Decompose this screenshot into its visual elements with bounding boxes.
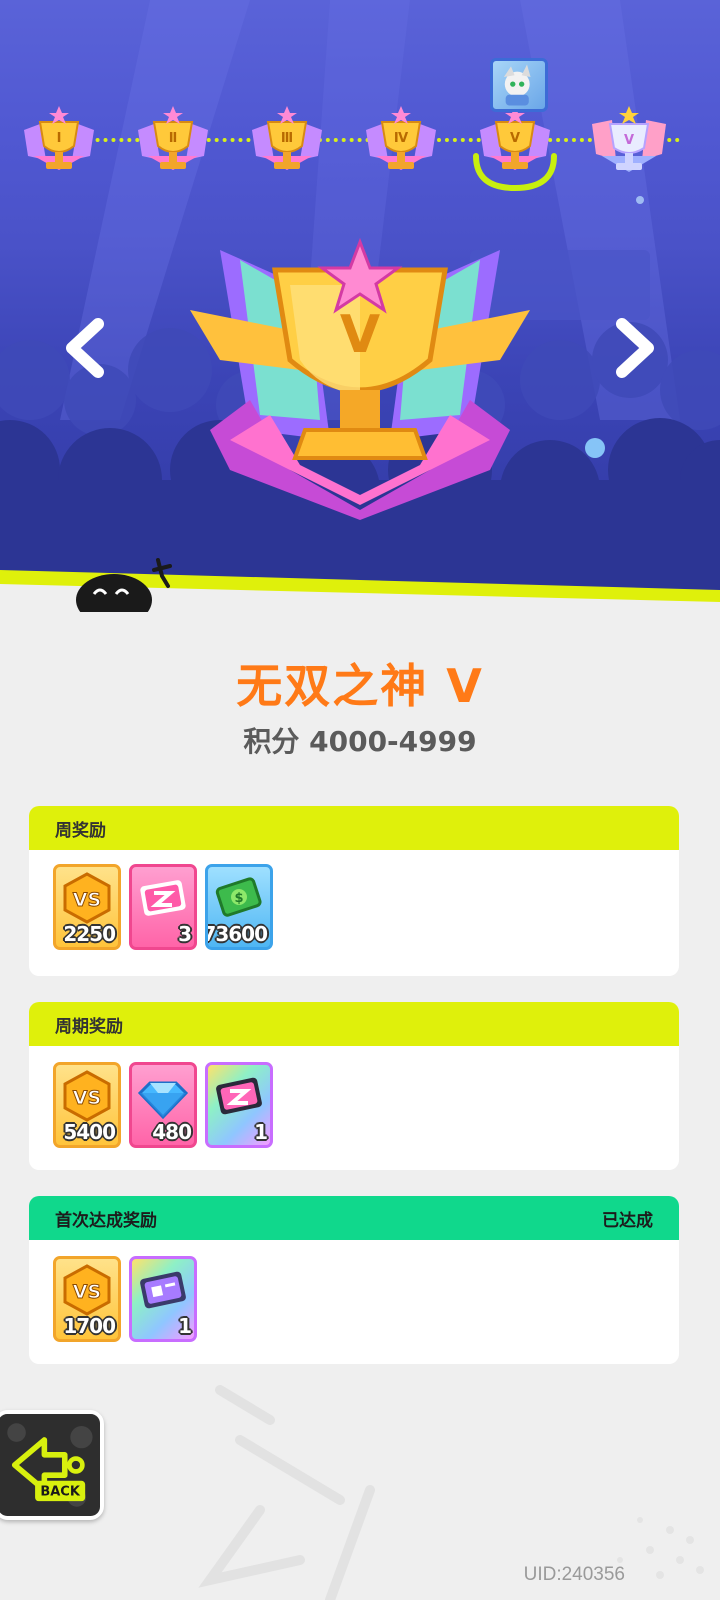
period-rewards-card: 周期奖励 VS 5400 480 1 (29, 1002, 679, 1170)
svg-text:$: $ (234, 891, 243, 906)
reward-count: 1 (178, 1314, 192, 1338)
reward-count: 1700 (63, 1314, 116, 1338)
achieved-status: 已达成 (602, 1210, 653, 1231)
tier-5-trophy-current[interactable]: Ⅴ (472, 100, 558, 192)
reward-item[interactable]: VS 2250 (53, 864, 121, 950)
rank-title: 无双之神 V (236, 659, 484, 713)
period-rewards-header: 周期奖励 (29, 1002, 679, 1046)
rainbow-ticket-icon (216, 1077, 262, 1115)
silver-trophy-icon: Ⅴ (592, 106, 666, 172)
trophy-icon: Ⅰ (24, 106, 94, 170)
first-reach-rewards-title: 首次达成奖励 (55, 1210, 157, 1231)
back-button[interactable]: BACK (0, 1410, 104, 1520)
svg-text:VS: VS (73, 889, 101, 911)
mascot-icon (76, 558, 172, 612)
svg-text:Ⅳ: Ⅳ (394, 131, 409, 146)
background-decoration (198, 1385, 704, 1600)
trophy-icon: Ⅲ (252, 106, 322, 170)
reward-count: 3 (178, 922, 192, 946)
selected-rank-trophy: V (190, 237, 530, 520)
reward-count: 1 (254, 1120, 268, 1144)
first-reach-rewards-header: 首次达成奖励 已达成 (29, 1196, 679, 1240)
vs-coin-icon: VS (63, 872, 111, 924)
svg-text:VS: VS (73, 1087, 101, 1109)
trophy-icon: Ⅱ (138, 106, 208, 170)
weekly-rewards-title: 周奖励 (55, 820, 106, 841)
svg-text:VS: VS (73, 1281, 101, 1303)
tier-1-trophy[interactable]: Ⅰ (16, 100, 102, 186)
pink-ticket-icon (140, 880, 186, 916)
vs-coin-icon: VS (63, 1070, 111, 1122)
diamond-icon (137, 1081, 189, 1120)
current-tier-ring (473, 153, 557, 192)
player-avatar (490, 58, 548, 112)
svg-text:Ⅰ: Ⅰ (57, 131, 62, 146)
previous-tier-arrow-icon[interactable] (60, 318, 112, 378)
reward-count: 2250 (63, 922, 116, 946)
reward-item[interactable]: VS 1700 (53, 1256, 121, 1342)
vs-coin-icon: VS (63, 1264, 111, 1316)
back-arrow-icon: BACK (0, 1414, 100, 1516)
tier-3-trophy[interactable]: Ⅲ (244, 100, 330, 186)
cash-icon: $ (215, 877, 262, 917)
weekly-rewards-header: 周奖励 (29, 806, 679, 850)
svg-text:Ⅴ: Ⅴ (624, 133, 634, 148)
svg-text:Ⅴ: Ⅴ (510, 131, 520, 146)
tier-2-trophy[interactable]: Ⅱ (130, 100, 216, 186)
reward-count: 73600 (205, 922, 268, 946)
svg-text:Ⅱ: Ⅱ (169, 131, 178, 146)
weekly-rewards-card: 周奖励 VS 2250 3 $ 73600 (29, 806, 679, 976)
reward-item[interactable]: 1 (205, 1062, 273, 1148)
svg-text:Ⅲ: Ⅲ (281, 131, 293, 146)
first-reach-rewards-card: 首次达成奖励 已达成 VS 1700 1 (29, 1196, 679, 1364)
tier-4-trophy[interactable]: Ⅳ (358, 100, 444, 186)
trophy-icon: Ⅳ (366, 106, 436, 170)
reward-item[interactable]: VS 5400 (53, 1062, 121, 1148)
reward-item[interactable]: 3 (129, 864, 197, 950)
period-rewards-title: 周期奖励 (55, 1016, 123, 1037)
uid-label: UID:240356 (523, 1564, 625, 1585)
svg-text:BACK: BACK (40, 1485, 80, 1500)
reward-count: 480 (152, 1120, 192, 1144)
svg-text:V: V (340, 305, 380, 365)
reward-item[interactable]: 480 (129, 1062, 197, 1148)
rank-scene: Ⅰ Ⅱ Ⅲ Ⅳ Ⅴ Ⅴ V (0, 0, 720, 612)
next-tier-arrow-icon[interactable] (608, 318, 660, 378)
reward-item[interactable]: $ 73600 (205, 864, 273, 950)
tier-6-trophy-next[interactable]: Ⅴ (586, 100, 672, 186)
purple-ticket-icon (140, 1271, 186, 1309)
score-range: 积分 4000-4999 (243, 725, 477, 758)
reward-count: 5400 (63, 1120, 116, 1144)
reward-item[interactable]: 1 (129, 1256, 197, 1342)
